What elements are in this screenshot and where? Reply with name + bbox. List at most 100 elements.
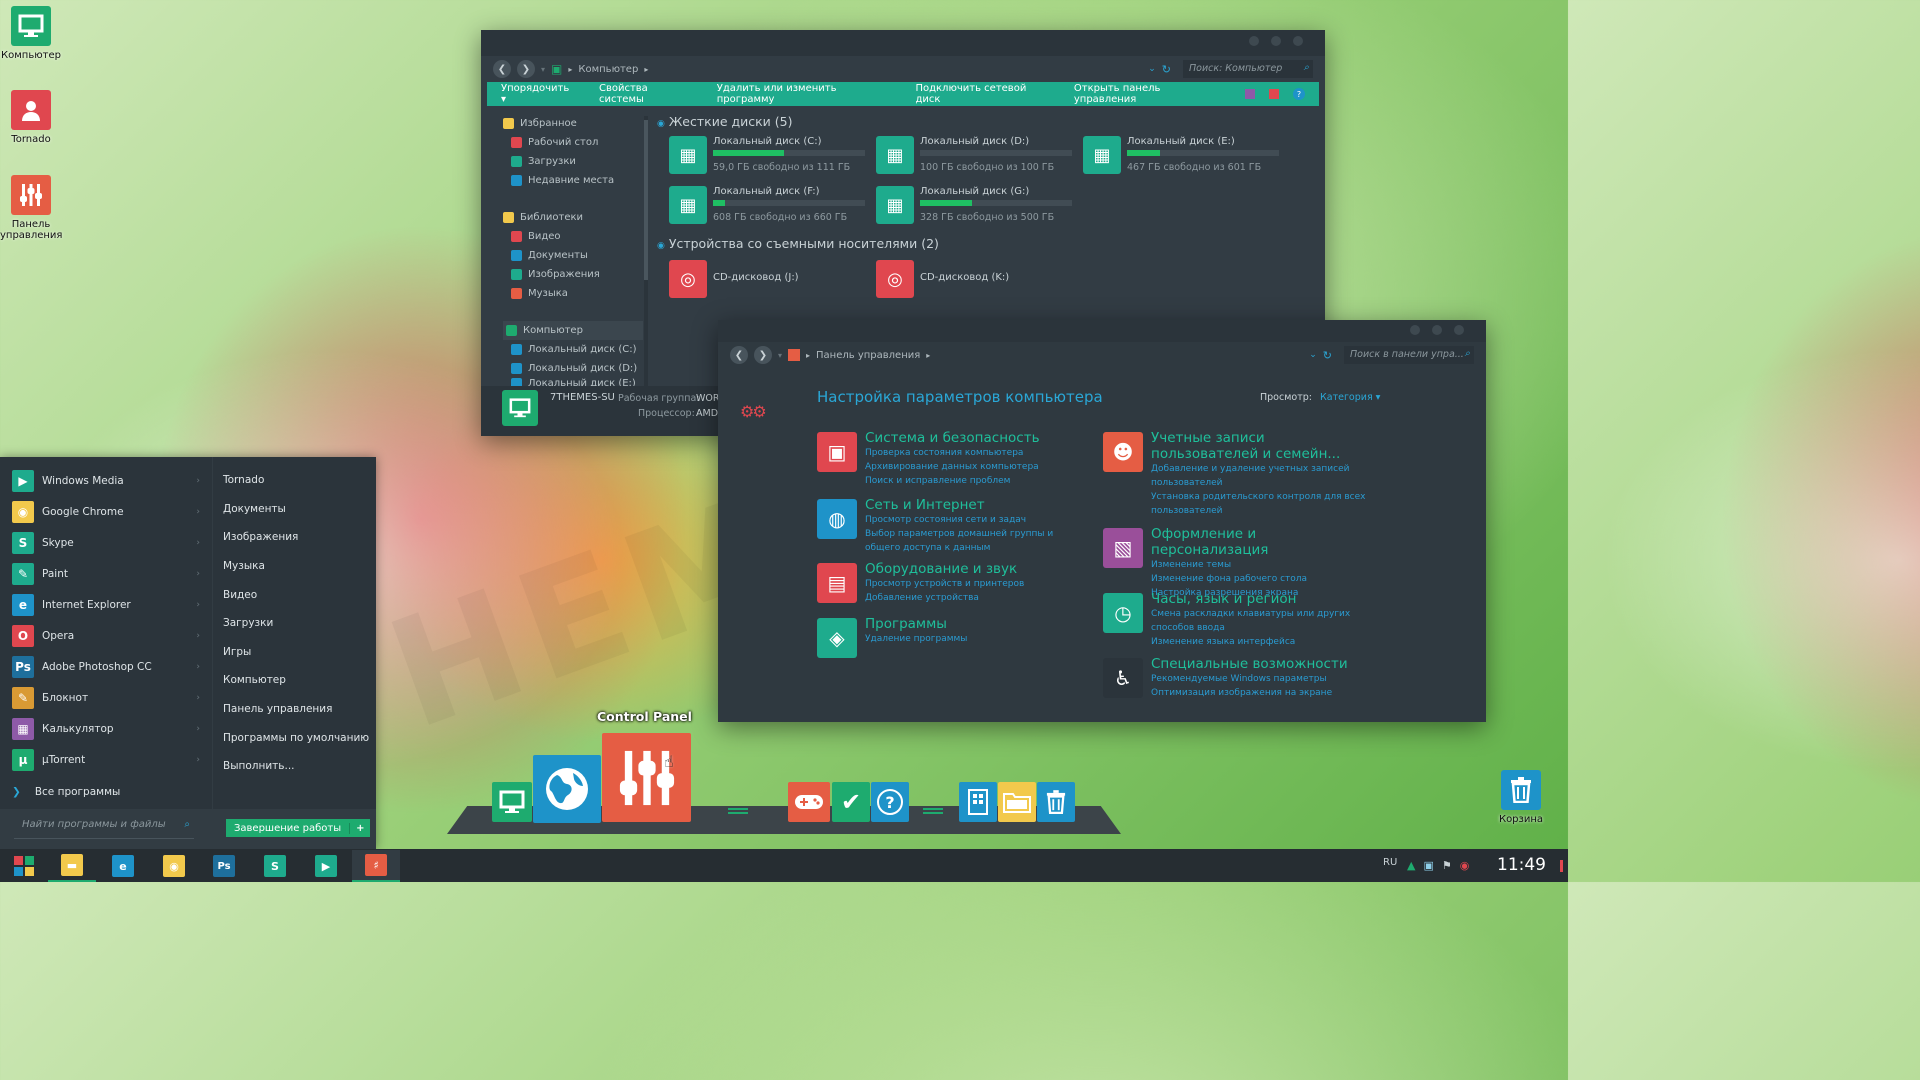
start-program-item[interactable]: O Opera ›	[0, 620, 212, 651]
explorer-search-input[interactable]: Поиск: Компьютер ⌕	[1183, 60, 1313, 78]
chevron-right-icon[interactable]: ›	[196, 755, 200, 765]
start-place-item[interactable]: Документы	[223, 495, 373, 524]
nav-recent[interactable]: Недавние места	[503, 171, 643, 190]
task-link[interactable]: Рекомендуемые Windows параметры	[1151, 672, 1373, 686]
start-place-item[interactable]: Музыка	[223, 552, 373, 581]
dock-folder-icon[interactable]	[998, 782, 1036, 822]
desktop-icon-recycle-bin[interactable]: Корзина	[1492, 770, 1550, 825]
start-button[interactable]	[0, 850, 48, 882]
nav-downloads[interactable]: Загрузки	[503, 152, 643, 171]
taskbar-photoshop[interactable]: Ps	[200, 850, 248, 882]
organize-button[interactable]: Упорядочить ▾	[501, 83, 575, 105]
start-place-item[interactable]: Изображения	[223, 523, 373, 552]
chevron-right-icon[interactable]: ›	[196, 538, 200, 548]
drive-tile[interactable]: ▦ Локальный диск (F:) 608 ГБ свободно из 6…	[669, 186, 869, 230]
language-indicator[interactable]: RU	[1383, 857, 1397, 868]
start-program-item[interactable]: ◉ Google Chrome ›	[0, 496, 212, 527]
all-programs-button[interactable]: ❯ Все программы	[0, 781, 212, 803]
breadcrumb-arrow-icon[interactable]: ▸	[926, 351, 930, 360]
view-options-icon[interactable]	[1245, 89, 1255, 99]
task-link[interactable]: Оптимизация изображения на экране	[1151, 686, 1373, 700]
accessibility-icon[interactable]: ♿	[1103, 658, 1143, 698]
dock-help-icon[interactable]: ?	[871, 782, 909, 822]
task-link[interactable]: Удаление программы	[865, 632, 1087, 646]
task-link[interactable]: Добавление устройства	[865, 591, 1087, 605]
start-program-item[interactable]: e Internet Explorer ›	[0, 589, 212, 620]
chevron-right-icon[interactable]: ›	[196, 631, 200, 641]
close-button[interactable]	[1454, 325, 1464, 335]
cd-drive-j[interactable]: ◎ CD-дисковод (J:)	[669, 260, 869, 304]
chevron-right-icon[interactable]: ›	[196, 724, 200, 734]
clock[interactable]: 11:49	[1497, 855, 1546, 875]
history-dropdown-icon[interactable]: ▾	[541, 65, 545, 74]
back-button[interactable]: ❮	[493, 60, 511, 78]
task-link[interactable]: Просмотр устройств и принтеров	[865, 577, 1087, 591]
category-link[interactable]: Специальные возможности	[1151, 656, 1373, 672]
close-button[interactable]	[1293, 36, 1303, 46]
collapse-icon[interactable]: ◉	[657, 119, 665, 129]
chevron-right-icon[interactable]: ›	[196, 507, 200, 517]
show-desktop-button[interactable]	[1560, 860, 1563, 872]
task-link[interactable]: Проверка состояния компьютера	[865, 446, 1087, 460]
taskbar-ie[interactable]: e	[99, 850, 147, 882]
drive-tile[interactable]: ▦ Локальный диск (D:) 100 ГБ свободно из 1…	[876, 136, 1076, 180]
printer-icon[interactable]: ▤	[817, 563, 857, 603]
category-link[interactable]: Часы, язык и регион	[1151, 591, 1373, 607]
desktop-icon-tornado[interactable]: Tornado	[0, 90, 62, 145]
preview-pane-icon[interactable]	[1269, 89, 1279, 99]
cp-search-input[interactable]: Поиск в панели упра... ⌕	[1344, 346, 1474, 364]
start-program-item[interactable]: ✎ Блокнот ›	[0, 682, 212, 713]
dock-computer-icon[interactable]	[492, 782, 532, 822]
start-program-item[interactable]: ✎ Paint ›	[0, 558, 212, 589]
breadcrumb[interactable]: Компьютер	[578, 64, 638, 75]
task-link[interactable]: Изменение темы	[1151, 558, 1373, 572]
uninstall-program-button[interactable]: Удалить или изменить программу	[717, 83, 892, 105]
personalize-icon[interactable]: ▧	[1103, 528, 1143, 568]
breadcrumb[interactable]: Панель управления	[816, 350, 920, 361]
shield-monitor-icon[interactable]: ▣	[817, 432, 857, 472]
nav-favorites[interactable]: Избранное	[503, 114, 643, 133]
nav-disk-e[interactable]: Локальный диск (E:)	[503, 378, 643, 386]
task-link[interactable]: Архивирование данных компьютера	[865, 460, 1087, 474]
nav-music[interactable]: Музыка	[503, 284, 643, 303]
dock-globe-icon[interactable]	[533, 755, 601, 823]
group-hard-drives[interactable]: ◉ Жесткие диски (5)	[657, 114, 792, 129]
nav-disk-c[interactable]: Локальный диск (C:)	[503, 340, 643, 359]
nav-scrollbar[interactable]	[644, 116, 648, 386]
task-link[interactable]: Установка родительского контроля для все…	[1151, 490, 1373, 518]
minimize-button[interactable]	[1249, 36, 1259, 46]
maximize-button[interactable]	[1432, 325, 1442, 335]
task-link[interactable]: Смена раскладки клавиатуры или других сп…	[1151, 607, 1373, 635]
scrollbar-thumb[interactable]	[644, 120, 648, 280]
taskbar-media-player[interactable]: ▶	[302, 850, 350, 882]
start-place-item[interactable]: Игры	[223, 638, 373, 667]
start-place-item[interactable]: Программы по умолчанию	[223, 723, 373, 752]
drive-tile[interactable]: ▦ Локальный диск (C:) 59,0 ГБ свободно из …	[669, 136, 869, 180]
category-link[interactable]: Учетные записи пользователей и семейн...	[1151, 430, 1373, 462]
chevron-right-icon[interactable]: ›	[196, 569, 200, 579]
task-link[interactable]: Просмотр состояния сети и задач	[865, 513, 1087, 527]
start-program-item[interactable]: µ µTorrent ›	[0, 744, 212, 775]
refresh-icon[interactable]: ↻	[1323, 349, 1332, 362]
refresh-icon[interactable]: ↻	[1162, 63, 1171, 76]
task-link[interactable]: Изменение языка интерфейса	[1151, 635, 1373, 649]
start-program-item[interactable]: ▶ Windows Media ›	[0, 465, 212, 496]
desktop-icon-control-panel[interactable]: Панель управления	[0, 175, 62, 241]
cp-titlebar[interactable]	[718, 320, 1486, 342]
address-dropdown-icon[interactable]: ⌄	[1309, 350, 1317, 360]
help-icon[interactable]: ?	[1293, 88, 1305, 100]
programs-icon[interactable]: ◈	[817, 618, 857, 658]
shutdown-button[interactable]: Завершение работы +	[226, 819, 371, 837]
drive-tile[interactable]: ▦ Локальный диск (G:) 328 ГБ свободно из 5…	[876, 186, 1076, 230]
dock-check-icon[interactable]: ✔	[832, 782, 870, 822]
back-button[interactable]: ❮	[730, 346, 748, 364]
forward-button[interactable]: ❯	[517, 60, 535, 78]
start-program-item[interactable]: S Skype ›	[0, 527, 212, 558]
start-program-item[interactable]: ▦ Калькулятор ›	[0, 713, 212, 744]
minimize-button[interactable]	[1410, 325, 1420, 335]
explorer-titlebar[interactable]	[481, 30, 1325, 56]
taskbar-chrome[interactable]: ◉	[150, 850, 198, 882]
nav-images[interactable]: Изображения	[503, 265, 643, 284]
shutdown-options-icon[interactable]: +	[349, 822, 370, 834]
nav-documents[interactable]: Документы	[503, 246, 643, 265]
